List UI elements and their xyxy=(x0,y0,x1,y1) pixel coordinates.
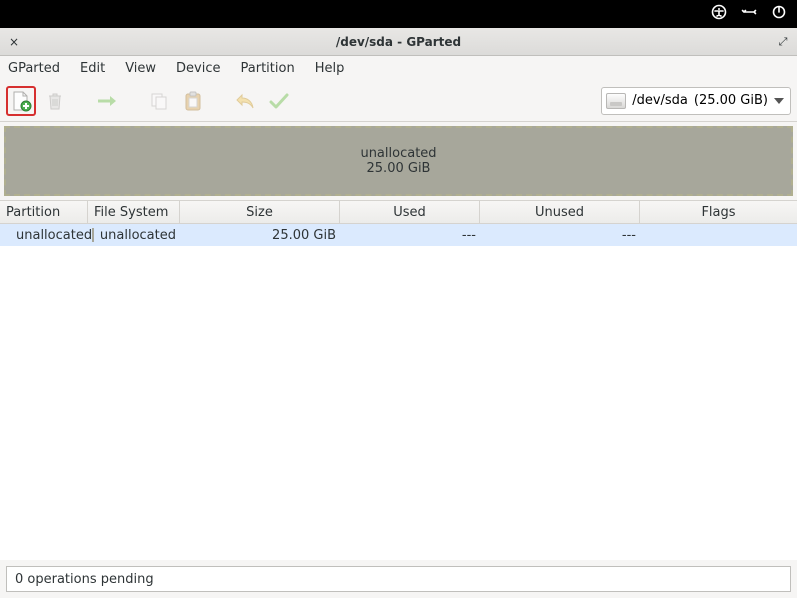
menu-view[interactable]: View xyxy=(115,59,166,78)
resize-icon xyxy=(96,91,118,111)
accessibility-icon[interactable] xyxy=(711,4,727,24)
col-unused[interactable]: Unused xyxy=(480,201,640,223)
undo-button xyxy=(230,86,260,116)
menu-partition[interactable]: Partition xyxy=(231,59,305,78)
col-partition[interactable]: Partition xyxy=(0,201,88,223)
cell-partition: unallocated xyxy=(0,228,88,243)
copy-icon xyxy=(149,91,169,111)
power-icon[interactable] xyxy=(771,4,787,24)
device-selector[interactable]: /dev/sda (25.00 GiB) xyxy=(601,87,791,115)
cell-unused: --- xyxy=(480,228,640,243)
window-title: /dev/sda - GParted xyxy=(22,35,775,49)
drive-icon xyxy=(606,93,626,109)
apply-button xyxy=(264,86,294,116)
col-size[interactable]: Size xyxy=(180,201,340,223)
col-flags[interactable]: Flags xyxy=(640,201,797,223)
chevron-down-icon xyxy=(774,98,784,104)
graph-size: 25.00 GiB xyxy=(367,161,431,176)
network-icon[interactable] xyxy=(741,4,757,24)
menu-help[interactable]: Help xyxy=(305,59,355,78)
toolbar: /dev/sda (25.00 GiB) xyxy=(0,80,797,122)
cell-size: 25.00 GiB xyxy=(180,228,340,243)
menu-edit[interactable]: Edit xyxy=(70,59,115,78)
status-bar: 0 operations pending xyxy=(6,566,791,592)
new-partition-button[interactable] xyxy=(6,86,36,116)
copy-button xyxy=(144,86,174,116)
document-new-icon xyxy=(10,90,32,112)
table-row[interactable]: unallocated unallocated 25.00 GiB --- --… xyxy=(0,224,797,246)
partition-table: unallocated unallocated 25.00 GiB --- --… xyxy=(0,224,797,560)
gparted-window: × /dev/sda - GParted ⤢ GParted Edit View… xyxy=(0,28,797,598)
cell-filesystem: unallocated xyxy=(88,228,180,243)
menu-device[interactable]: Device xyxy=(166,59,230,78)
close-button[interactable]: × xyxy=(6,34,22,50)
device-path: /dev/sda xyxy=(632,93,688,108)
check-icon xyxy=(269,92,289,110)
resize-move-button xyxy=(92,86,122,116)
col-filesystem[interactable]: File System xyxy=(88,201,180,223)
device-size: (25.00 GiB) xyxy=(694,93,768,108)
undo-icon xyxy=(235,92,255,110)
menubar: GParted Edit View Device Partition Help xyxy=(0,56,797,80)
status-text: 0 operations pending xyxy=(15,572,154,587)
delete-button xyxy=(40,86,70,116)
restore-button[interactable]: ⤢ xyxy=(775,34,791,50)
table-header: Partition File System Size Used Unused F… xyxy=(0,200,797,224)
trash-icon xyxy=(45,91,65,111)
menu-gparted[interactable]: GParted xyxy=(4,59,70,78)
cell-filesystem-label: unallocated xyxy=(100,228,176,243)
partition-graph[interactable]: unallocated 25.00 GiB xyxy=(4,126,793,196)
cell-used: --- xyxy=(340,228,480,243)
system-top-bar xyxy=(0,0,797,28)
fs-swatch-icon xyxy=(92,228,94,242)
titlebar: × /dev/sda - GParted ⤢ xyxy=(0,28,797,56)
paste-icon xyxy=(184,91,202,111)
paste-button xyxy=(178,86,208,116)
graph-label: unallocated xyxy=(360,146,436,161)
col-used[interactable]: Used xyxy=(340,201,480,223)
